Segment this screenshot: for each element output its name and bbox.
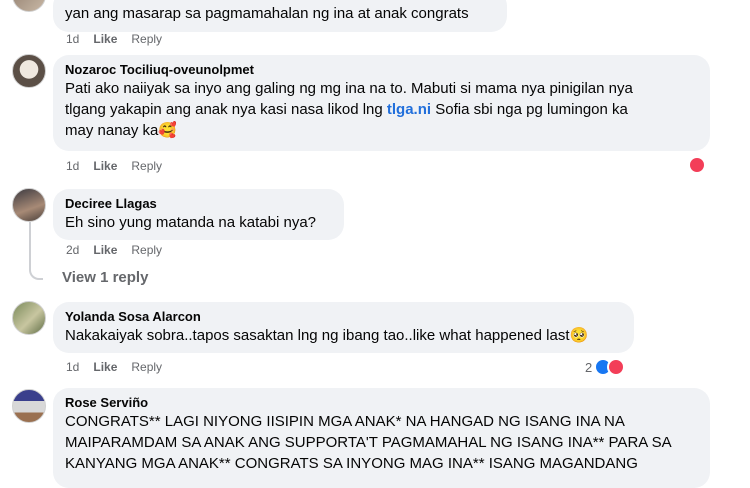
comment-bubble: Deciree Llagas Eh sino yung matanda na k… xyxy=(53,189,344,240)
love-reaction-icon xyxy=(607,358,626,376)
comment-line: MAIPARAMDAM SA ANAK ANG SUPPORTA'T PAGMA… xyxy=(65,434,672,451)
comment-line: may nanay ka🥰 xyxy=(65,122,178,139)
comment-text: Nakakaiyak sobra..tapos sasaktan lng ng … xyxy=(65,327,589,344)
comment-actions: 2d Like Reply xyxy=(66,243,176,257)
like-link[interactable]: Like xyxy=(93,360,117,374)
avatar[interactable] xyxy=(12,389,46,423)
reaction-summary[interactable]: 2 xyxy=(585,358,626,376)
comment-time[interactable]: 1d xyxy=(66,32,79,46)
comment-bubble: Yolanda Sosa Alarcon Nakakaiyak sobra..t… xyxy=(53,302,634,353)
commenter-name[interactable]: Rose Serviño xyxy=(65,394,698,411)
love-reaction-icon xyxy=(688,156,706,174)
comment-bubble: Nozaroc Tociliuq-oveunolpmet Pati ako na… xyxy=(53,55,710,151)
comment-actions: 1d Like Reply xyxy=(66,32,176,46)
like-link[interactable]: Like xyxy=(93,243,117,257)
reply-link[interactable]: Reply xyxy=(131,243,162,257)
avatar[interactable] xyxy=(12,54,46,88)
comment-bubble: Rose Serviño CONGRATS** LAGI NIYONG IISI… xyxy=(53,388,710,488)
comment-text-span: Sofia sbi nga pg lumingon ka xyxy=(431,101,628,118)
comment-text-span: tlgang yakapin ang anak nya kasi nasa li… xyxy=(65,101,387,118)
comment-text: CONGRATS** LAGI NIYONG IISIPIN MGA ANAK*… xyxy=(65,411,698,474)
avatar[interactable] xyxy=(12,301,46,335)
reaction-count: 2 xyxy=(585,359,593,375)
reply-thread-line xyxy=(29,222,43,280)
comment-text: yan ang masarap sa pagmamahalan ng ina a… xyxy=(65,5,469,22)
commenter-name[interactable]: Deciree Llagas xyxy=(65,195,332,212)
link-text[interactable]: tlga.ni xyxy=(387,101,431,118)
comment-actions: 1d Like Reply xyxy=(66,159,176,173)
comment-time[interactable]: 1d xyxy=(66,159,79,173)
comment-line: CONGRATS** LAGI NIYONG IISIPIN MGA ANAK*… xyxy=(65,413,625,430)
comment-time[interactable]: 2d xyxy=(66,243,79,257)
comment-line: Pati ako naiiyak sa inyo ang galing ng m… xyxy=(65,80,633,97)
avatar[interactable] xyxy=(12,0,46,12)
comment-bubble: yan ang masarap sa pagmamahalan ng ina a… xyxy=(53,0,507,32)
reaction-summary[interactable] xyxy=(688,156,706,179)
view-replies-link[interactable]: View 1 reply xyxy=(62,269,148,286)
reply-link[interactable]: Reply xyxy=(131,32,162,46)
comment-text: Eh sino yung matanda na katabi nya? xyxy=(65,214,317,231)
comment-line: tlgang yakapin ang anak nya kasi nasa li… xyxy=(65,99,698,120)
comment-text: Pati ako naiiyak sa inyo ang galing ng m… xyxy=(65,78,698,141)
comment-time[interactable]: 1d xyxy=(66,360,79,374)
like-link[interactable]: Like xyxy=(93,159,117,173)
commenter-name[interactable]: Nozaroc Tociliuq-oveunolpmet xyxy=(65,61,698,78)
commenter-name[interactable]: Yolanda Sosa Alarcon xyxy=(65,308,622,325)
comment-actions: 1d Like Reply xyxy=(66,360,176,374)
reply-link[interactable]: Reply xyxy=(131,159,162,173)
reply-link[interactable]: Reply xyxy=(131,360,162,374)
like-link[interactable]: Like xyxy=(93,32,117,46)
avatar[interactable] xyxy=(12,188,46,222)
comment-line: KANYANG MGA ANAK** CONGRATS SA INYONG MA… xyxy=(65,455,638,472)
